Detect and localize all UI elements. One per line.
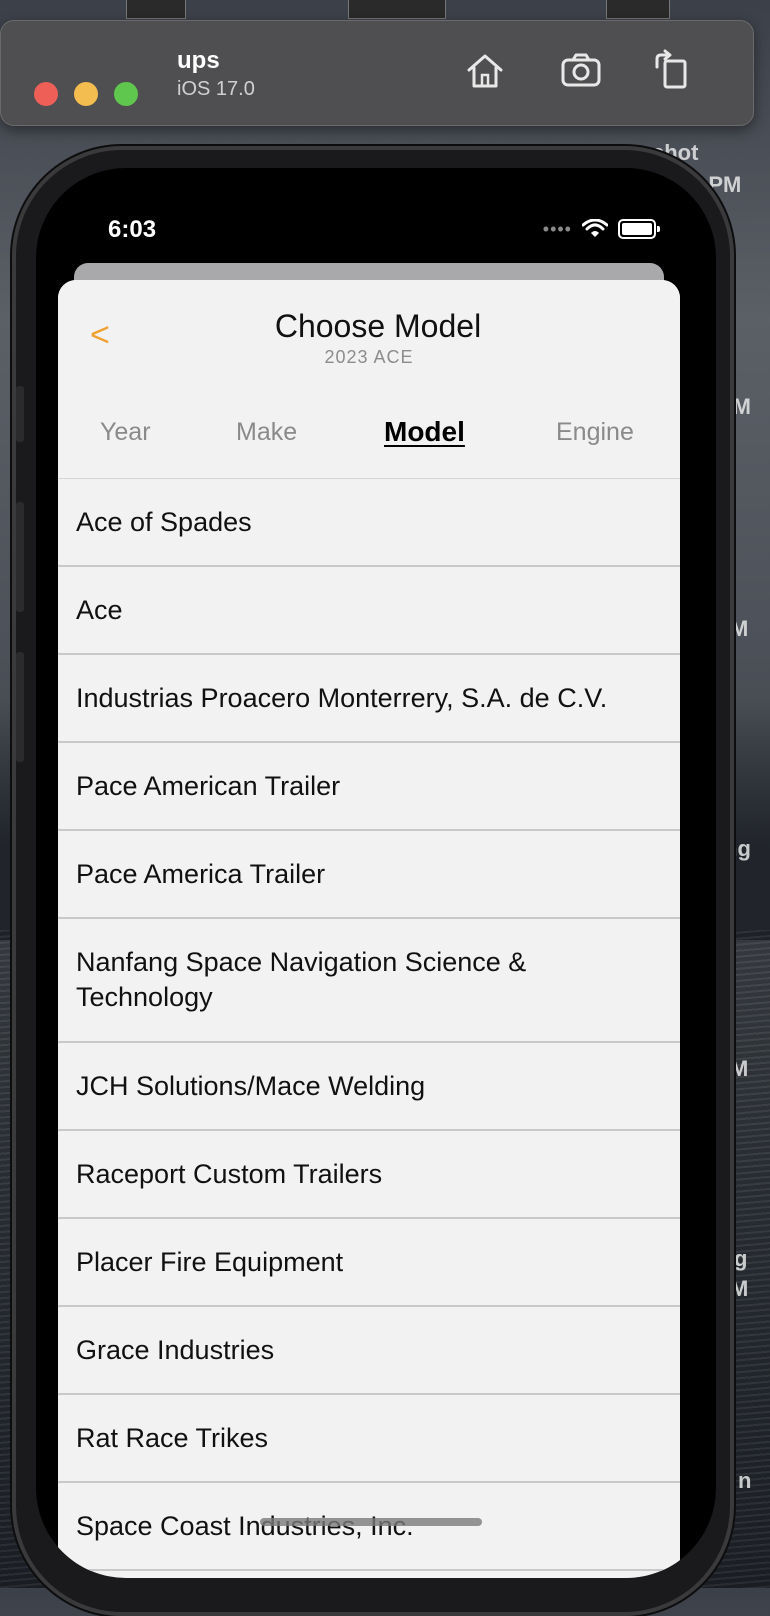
home-icon[interactable]: [463, 49, 507, 93]
list-item[interactable]: Industrias Proacero Monterrery, S.A. de …: [58, 655, 680, 743]
wifi-icon: [582, 219, 608, 237]
step-tabs: Year Make Model Engine: [58, 392, 680, 479]
model-list: Ace of Spades Ace Industrias Proacero Mo…: [58, 479, 680, 1571]
list-item[interactable]: Placer Fire Equipment: [58, 1219, 680, 1307]
cellular-signal-icon: ••••: [542, 219, 572, 239]
desktop-file-label[interactable]: g: [734, 1246, 747, 1272]
tab-model[interactable]: Model: [384, 416, 465, 448]
tab-engine[interactable]: Engine: [556, 418, 634, 447]
close-window-button[interactable]: [34, 82, 58, 106]
list-item[interactable]: Space Coast Industries, Inc.: [58, 1483, 680, 1571]
list-item[interactable]: Pace America Trailer: [58, 831, 680, 919]
desktop-thumbnail[interactable]: [126, 0, 186, 19]
simulator-app-name: ups: [177, 47, 220, 74]
list-item[interactable]: Grace Industries: [58, 1307, 680, 1395]
list-item[interactable]: Nanfang Space Navigation Science & Techn…: [58, 919, 680, 1043]
list-item[interactable]: Raceport Custom Trailers: [58, 1131, 680, 1219]
device-screen: 6:03 •••• < Choose Model 2023 ACE Year M…: [36, 168, 716, 1578]
status-icons: ••••: [542, 218, 660, 240]
choose-model-sheet: < Choose Model 2023 ACE Year Make Model …: [58, 280, 680, 1578]
screenshot-camera-icon[interactable]: [559, 49, 603, 93]
list-item[interactable]: Ace of Spades: [58, 479, 680, 567]
list-item[interactable]: Rat Race Trikes: [58, 1395, 680, 1483]
action-button[interactable]: [16, 386, 24, 442]
page-title: Choose Model: [274, 308, 482, 344]
home-indicator[interactable]: [260, 1518, 482, 1526]
simulator-os-version: iOS 17.0: [177, 78, 255, 100]
desktop-thumbnail[interactable]: [606, 0, 670, 19]
desktop-file-label[interactable]: n: [738, 1468, 751, 1494]
battery-icon: [618, 219, 660, 239]
nav-header: < Choose Model 2023 ACE: [58, 280, 680, 392]
list-item[interactable]: Ace: [58, 567, 680, 655]
list-item[interactable]: JCH Solutions/Mace Welding: [58, 1043, 680, 1131]
volume-up-button[interactable]: [16, 502, 24, 612]
list-item[interactable]: Pace American Trailer: [58, 743, 680, 831]
page-subtitle: 2023 ACE: [324, 347, 414, 367]
status-time: 6:03: [108, 216, 157, 243]
tab-make[interactable]: Make: [236, 418, 297, 447]
simulator-titlebar: ups iOS 17.0: [0, 20, 754, 126]
desktop-thumbnail[interactable]: [348, 0, 446, 19]
tab-year[interactable]: Year: [100, 418, 151, 447]
volume-down-button[interactable]: [16, 652, 24, 762]
minimize-window-button[interactable]: [74, 82, 98, 106]
zoom-window-button[interactable]: [114, 82, 138, 106]
rotate-device-icon[interactable]: [651, 49, 695, 93]
